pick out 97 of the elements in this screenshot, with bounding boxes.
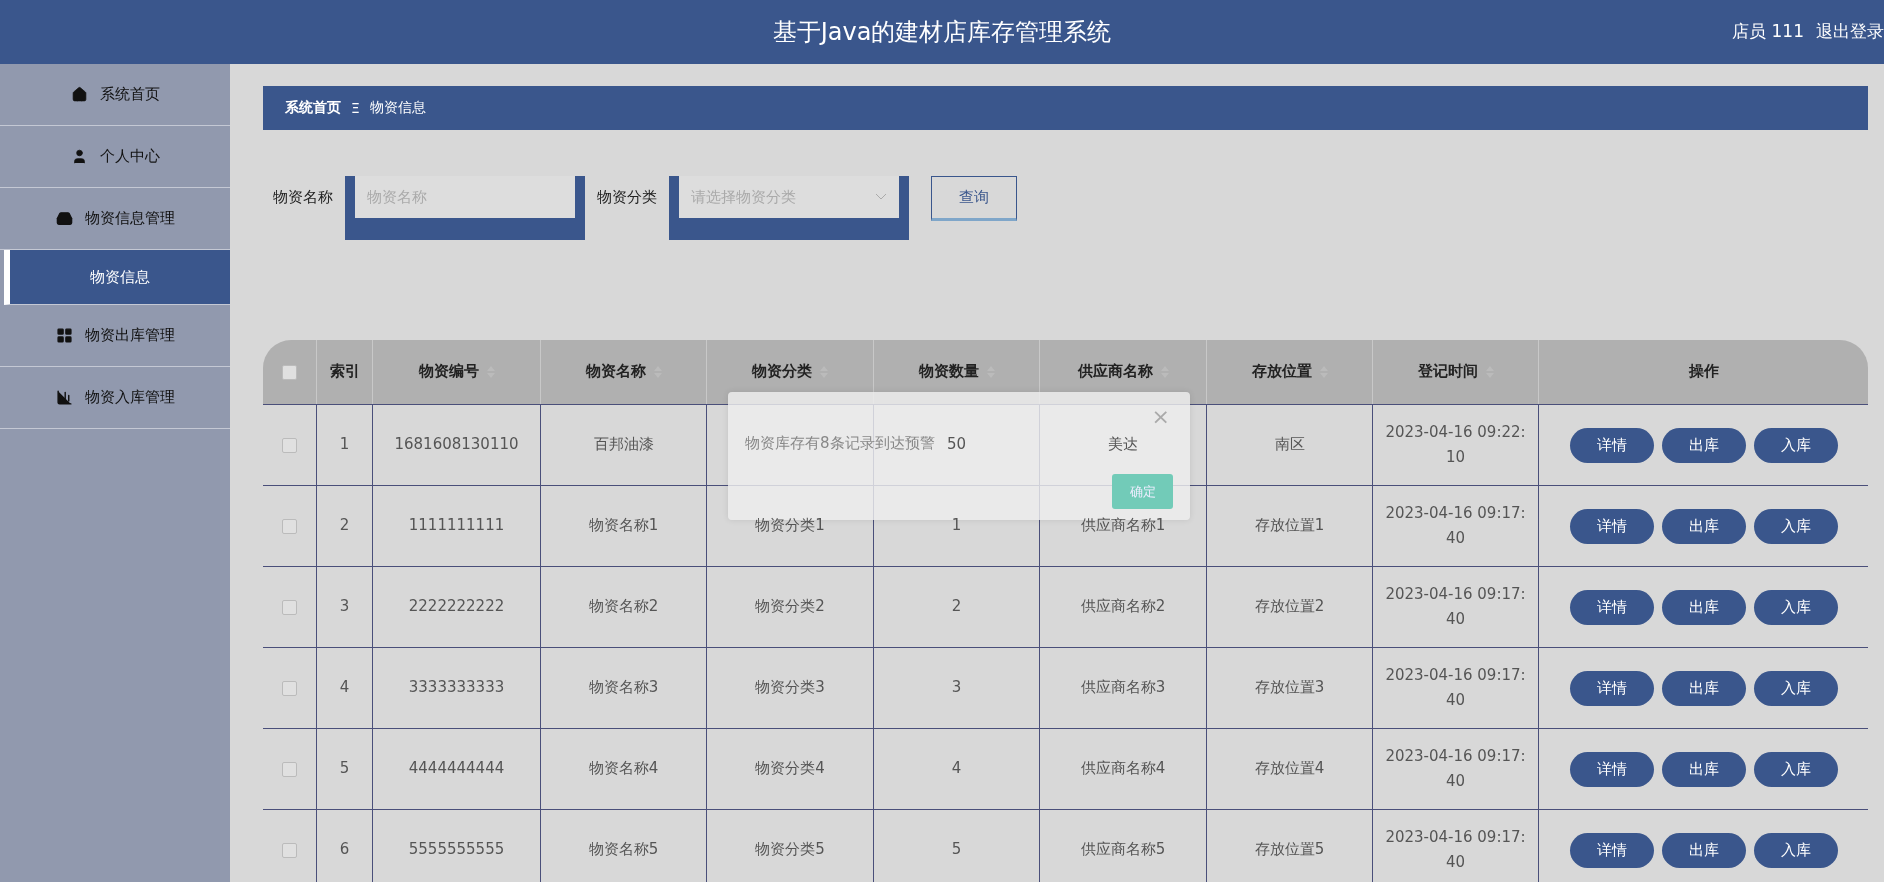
action-button[interactable]: 入库 xyxy=(1753,508,1838,544)
home-icon xyxy=(70,86,88,103)
action-button[interactable]: 入库 xyxy=(1753,589,1838,625)
action-button[interactable]: 详情 xyxy=(1569,508,1654,544)
grid-icon xyxy=(55,327,73,344)
table-cell-text: 50 xyxy=(946,434,967,456)
action-button[interactable]: 入库 xyxy=(1753,670,1838,706)
table-cell-text: 2023-04-16 09:17:40 xyxy=(1384,664,1527,711)
sidebar-item[interactable]: 物资信息 xyxy=(4,250,230,305)
table-cell-text: 2023-04-16 09:17:40 xyxy=(1384,826,1527,873)
table-cell-text: 存放位置2 xyxy=(1254,596,1325,618)
action-button[interactable]: 出库 xyxy=(1661,427,1746,463)
chevron-down-icon xyxy=(875,193,887,201)
table-cell-text: 供应商名称2 xyxy=(1080,596,1166,618)
table-cell-text: 1 xyxy=(339,434,350,456)
column-header: 操作 xyxy=(1687,361,1720,383)
action-button[interactable]: 详情 xyxy=(1569,751,1654,787)
action-button[interactable]: 详情 xyxy=(1569,427,1654,463)
table-cell-text: 2023-04-16 09:22:10 xyxy=(1384,421,1527,468)
table-cell-text: 物资分类1 xyxy=(755,515,825,537)
user-name: 店员 111 xyxy=(1732,20,1804,43)
table-cell-text: 供应商名称5 xyxy=(1080,839,1166,861)
app-title: 基于Java的建材店库存管理系统 xyxy=(772,17,1112,48)
table-cell-text: 物资名称4 xyxy=(588,758,659,780)
sidebar-item[interactable]: 系统首页 xyxy=(0,64,230,126)
table-cell-text: 物资分类3 xyxy=(755,677,825,699)
action-button[interactable]: 入库 xyxy=(1753,751,1838,787)
row-checkbox[interactable] xyxy=(282,599,297,615)
sidebar-item[interactable]: 个人中心 xyxy=(0,126,230,188)
table-cell-text: 物资分类2 xyxy=(755,596,825,618)
row-checkbox[interactable] xyxy=(282,680,297,696)
table-cell-text: 4 xyxy=(951,758,962,780)
breadcrumb-link[interactable]: 物资信息 xyxy=(369,99,426,117)
column-header[interactable]: 物资名称 xyxy=(541,340,707,404)
table-cell-text: 百邦油漆 xyxy=(593,434,654,456)
column-header: 索引 xyxy=(317,340,373,404)
action-button[interactable]: 详情 xyxy=(1569,670,1654,706)
row-checkbox[interactable] xyxy=(282,761,297,777)
table-cell-text: 存放位置4 xyxy=(1254,758,1325,780)
action-button[interactable]: 详情 xyxy=(1569,589,1654,625)
action-button[interactable]: 出库 xyxy=(1661,508,1746,544)
table-cell-text: 1 xyxy=(951,515,962,537)
table-cell-text: 5 xyxy=(339,758,350,780)
table-cell-text: 5 xyxy=(951,839,962,861)
table-cell-text: 美达 xyxy=(1108,434,1138,456)
table-cell-text: 存放位置3 xyxy=(1254,677,1325,699)
row-checkbox[interactable] xyxy=(282,842,297,858)
breadcrumb-separator: Ξ xyxy=(351,100,360,116)
table-cell-text: 3333333333 xyxy=(408,677,505,699)
table-cell-text: 物资名称3 xyxy=(588,677,659,699)
table-cell-text: 2023-04-16 09:17:40 xyxy=(1384,745,1527,792)
table-cell-text: 1111111111 xyxy=(408,515,505,537)
table-cell-text: 2 xyxy=(339,515,350,537)
table-cell-text: 供应商名称1 xyxy=(1080,515,1166,537)
table-cell-text: 3 xyxy=(951,677,962,699)
table-cell-text: 1681608130110 xyxy=(394,434,519,456)
action-button[interactable]: 详情 xyxy=(1569,832,1654,868)
column-header[interactable]: 登记时间 xyxy=(1373,340,1539,404)
table-cell-text: 4 xyxy=(339,677,350,699)
action-button[interactable]: 出库 xyxy=(1661,832,1746,868)
table-cell-text: 物资名称1 xyxy=(588,515,659,537)
table-cell-text: 2023-04-16 09:17:40 xyxy=(1384,583,1527,630)
query-button[interactable]: 查询 xyxy=(931,176,1017,221)
table-cell-text: 2 xyxy=(951,596,962,618)
row-checkbox[interactable] xyxy=(282,437,297,453)
action-button[interactable]: 入库 xyxy=(1753,832,1838,868)
action-button[interactable]: 出库 xyxy=(1661,751,1746,787)
row-checkbox[interactable] xyxy=(282,518,297,534)
field-label: 物资名称 xyxy=(273,188,333,207)
dialog-message: 物资库存有8条记录到达预警 xyxy=(745,434,935,453)
table-cell-text: 4444444444 xyxy=(408,758,505,780)
column-header[interactable]: 物资编号 xyxy=(373,340,541,404)
table-cell-text: 3 xyxy=(339,596,350,618)
table-cell-text: 2222222222 xyxy=(408,596,505,618)
table-cell-text: 物资名称2 xyxy=(588,596,659,618)
select-all-checkbox[interactable] xyxy=(282,364,297,380)
tray-icon xyxy=(55,210,73,227)
table-cell-text: 供应商名称4 xyxy=(1080,758,1166,780)
breadcrumb-link[interactable]: 系统首页 xyxy=(285,99,341,117)
table-cell-text: 存放位置5 xyxy=(1254,839,1325,861)
field-label: 物资分类 xyxy=(597,188,657,207)
table-cell-text: 物资分类5 xyxy=(755,839,825,861)
table-cell-text: 6 xyxy=(339,839,350,861)
action-button[interactable]: 入库 xyxy=(1753,427,1838,463)
table-cell-text: 2023-04-16 09:17:40 xyxy=(1384,502,1527,549)
sidebar-item[interactable]: 物资入库管理 xyxy=(0,367,230,429)
table-cell-text: 供应商名称3 xyxy=(1080,677,1166,699)
action-button[interactable]: 出库 xyxy=(1661,589,1746,625)
action-button[interactable]: 出库 xyxy=(1661,670,1746,706)
table-cell-text: 南区 xyxy=(1274,434,1305,456)
table-cell-text: 5555555555 xyxy=(408,839,505,861)
table-cell-text: 物资名称5 xyxy=(588,839,659,861)
table-cell-text: 物资分类4 xyxy=(755,758,825,780)
table-cell-text: 存放位置1 xyxy=(1254,515,1325,537)
logout-link[interactable]: 退出登录 xyxy=(1816,20,1884,43)
column-header[interactable]: 存放位置 xyxy=(1207,340,1373,404)
sidebar-item[interactable]: 物资出库管理 xyxy=(0,305,230,367)
